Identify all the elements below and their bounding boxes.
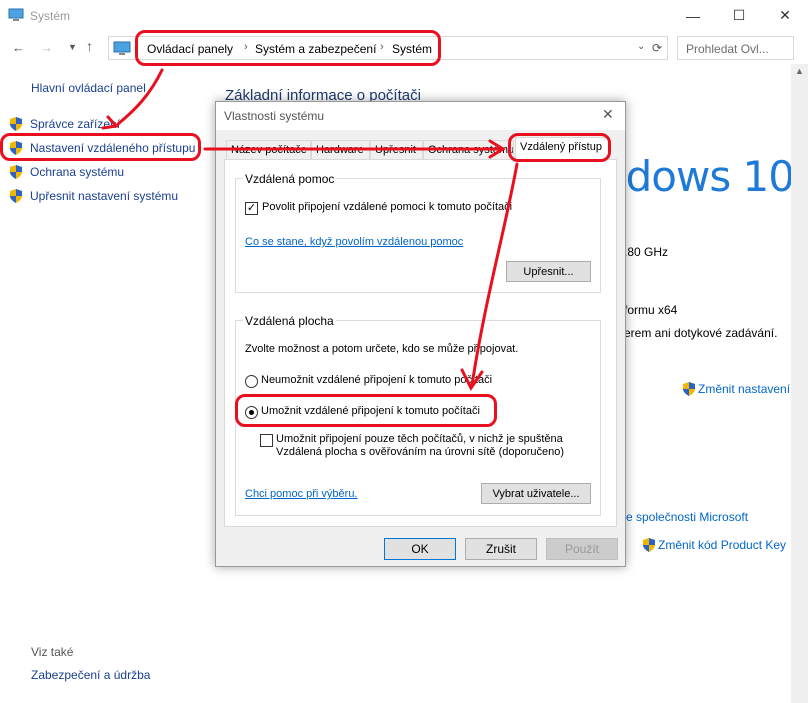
window-titlebar: Systém — ☐ ✕	[0, 0, 808, 31]
nla-label-line2: Vzdálená plocha s ověřováním na úrovni s…	[276, 446, 565, 458]
dialog-titlebar: Vlastnosti systému ✕	[216, 102, 625, 130]
remote-assistance-label: Vzdálená pomoc	[243, 172, 337, 186]
tab-hardware[interactable]: Hardware	[311, 140, 370, 160]
security-maintenance-link[interactable]: Zabezpečení a údržba	[31, 668, 150, 682]
annotation-remote-tab-highlight	[508, 133, 611, 162]
shield-icon	[643, 538, 655, 552]
allow-assistance-label: Povolit připojení vzdálené pomoci k tomu…	[262, 201, 513, 213]
remote-desktop-instruction: Zvolte možnost a potom určete, kdo se mů…	[245, 343, 519, 355]
scrollbar[interactable]: ▲	[791, 64, 808, 703]
assistance-help-link[interactable]: Co se stane, když povolím vzdálenou pomo…	[245, 236, 463, 248]
change-product-key-link[interactable]: Změnit kód Product Key	[658, 538, 786, 552]
control-panel-icon	[113, 41, 131, 55]
tab-computer-name[interactable]: Název počítače	[226, 140, 311, 160]
shield-icon	[10, 189, 22, 203]
maximize-button[interactable]: ☐	[716, 0, 762, 31]
recent-dropdown-icon[interactable]: ▼	[68, 42, 77, 52]
forward-icon[interactable]: →	[40, 40, 53, 55]
scroll-up-icon[interactable]: ▲	[795, 66, 804, 76]
dialog-title: Vlastnosti systému	[224, 109, 325, 123]
sidebar-item-advanced-settings[interactable]: Upřesnit nastavení systému	[30, 189, 178, 203]
up-icon[interactable]: ↑	[86, 38, 93, 54]
windows-logo-text: ndows 10	[600, 152, 795, 201]
arrow-to-sidebar	[116, 68, 164, 126]
deny-remote-radio[interactable]	[245, 375, 258, 388]
microsoft-license-link[interactable]: e společnosti Microsoft	[626, 510, 748, 524]
chevron-down-icon[interactable]: ⌄	[637, 41, 645, 52]
touch-text: erem ani dotykové zadávání.	[624, 326, 778, 340]
allow-assistance-checkbox[interactable]: ✓	[245, 202, 258, 215]
search-placeholder: Prohledat Ovl...	[686, 42, 769, 56]
sidebar-item-device-manager[interactable]: Správce zařízení	[30, 117, 120, 131]
window-title: Systém	[30, 9, 71, 23]
system-properties-dialog: Vlastnosti systému ✕ Název počítače Hard…	[215, 101, 626, 567]
cpu-speed-text: .80 GHz	[624, 245, 669, 259]
computer-icon	[8, 8, 24, 21]
shield-icon	[10, 117, 22, 131]
sidebar-item-system-protection[interactable]: Ochrana systému	[30, 165, 124, 179]
shield-icon	[10, 165, 22, 179]
cancel-button[interactable]: Zrušit	[465, 538, 537, 560]
refresh-icon[interactable]: ⟳	[652, 41, 662, 55]
annotation-allow-remote-highlight	[235, 394, 497, 427]
dialog-close-icon[interactable]: ✕	[602, 106, 614, 123]
apply-button[interactable]: Použít	[546, 538, 618, 560]
annotation-remote-settings-highlight	[0, 133, 201, 161]
deny-remote-label: Neumožnit vzdálené připojení k tomuto po…	[261, 374, 493, 386]
back-icon[interactable]: ←	[12, 40, 25, 55]
tab-advanced[interactable]: Upřesnit	[370, 140, 423, 160]
advanced-button[interactable]: Upřesnit...	[506, 261, 591, 282]
sidebar-home-link[interactable]: Hlavní ovládací panel	[31, 81, 146, 95]
annotation-breadcrumb-highlight	[135, 30, 441, 66]
close-button[interactable]: ✕	[762, 0, 808, 31]
see-also-label: Viz také	[31, 645, 74, 659]
select-users-button[interactable]: Vybrat uživatele...	[481, 483, 591, 504]
tab-system-protection[interactable]: Ochrana systému	[423, 140, 514, 160]
remote-tab-panel: Vzdálená pomoc ✓ Povolit připojení vzdál…	[224, 159, 617, 527]
search-input[interactable]: Prohledat Ovl...	[677, 36, 794, 60]
platform-text: formu x64	[624, 303, 678, 317]
nla-label-line1: Umožnit připojení pouze těch počítačů, v…	[276, 433, 563, 445]
minimize-button[interactable]: —	[670, 0, 716, 31]
choose-help-link[interactable]: Chci pomoc při výběru.	[245, 488, 358, 500]
ok-button[interactable]: OK	[384, 538, 456, 560]
shield-icon	[683, 382, 695, 396]
nla-checkbox[interactable]	[260, 434, 273, 447]
change-settings-link[interactable]: Změnit nastavení	[698, 382, 790, 396]
remote-desktop-label: Vzdálená plocha	[243, 314, 336, 328]
